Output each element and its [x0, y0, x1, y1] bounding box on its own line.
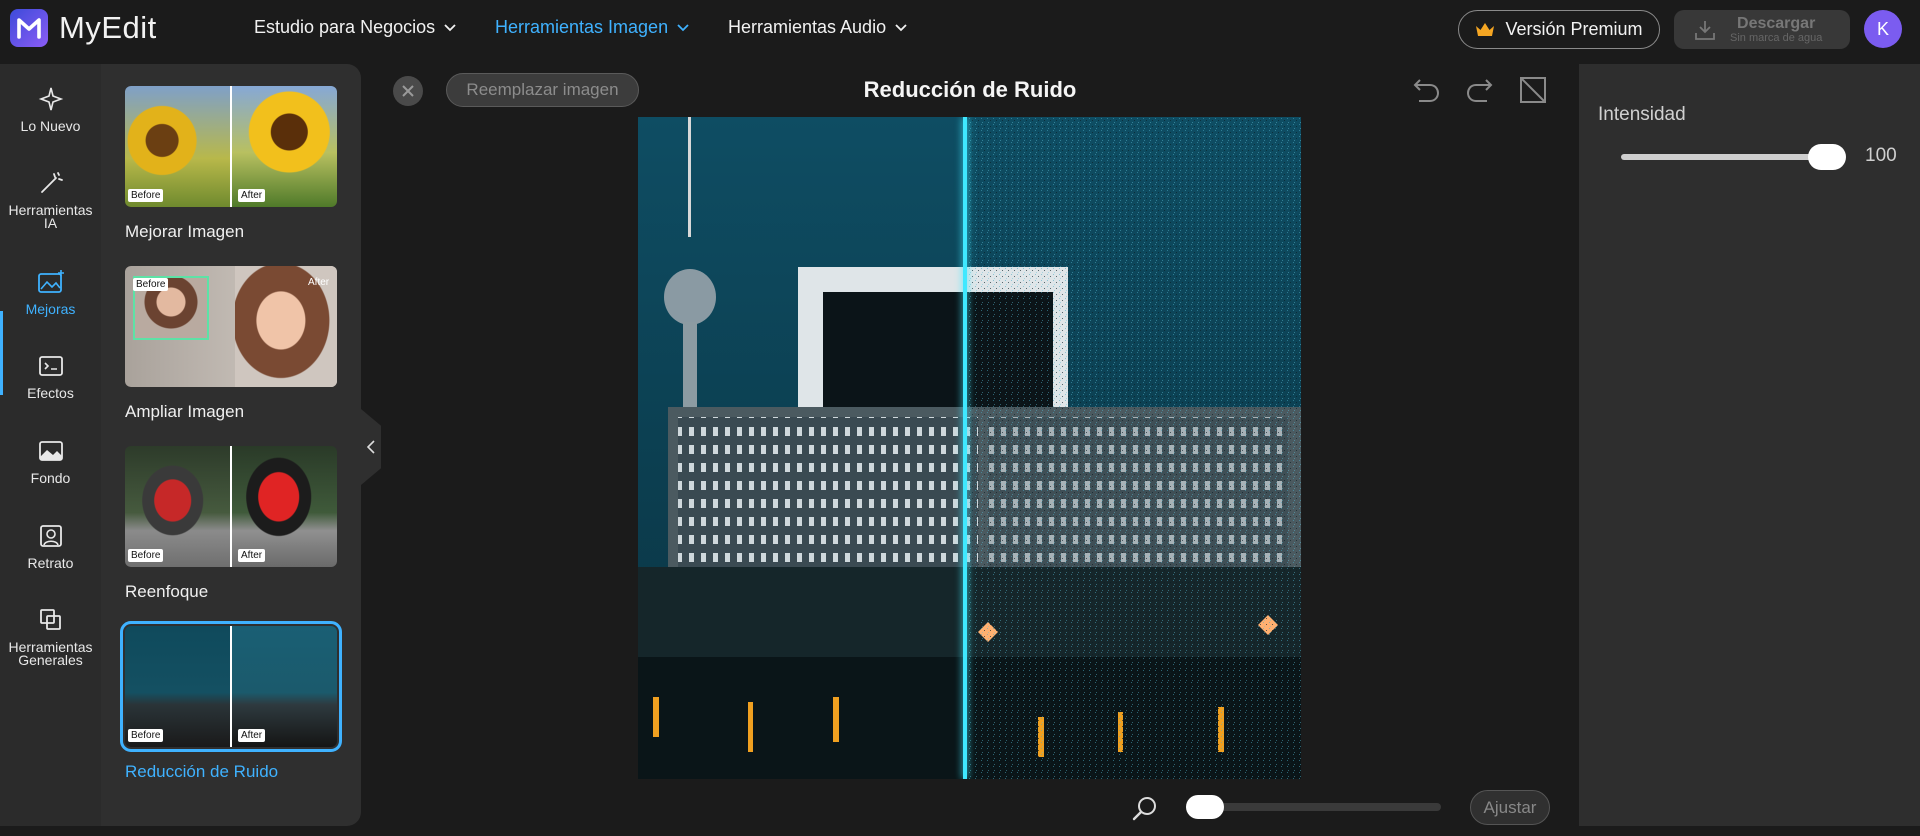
- zoom-icon[interactable]: [1131, 795, 1159, 823]
- category-rail: Lo Nuevo Herramientas IA Mejoras Efectos…: [0, 64, 101, 826]
- before-tag: Before: [133, 278, 169, 291]
- nav-label: Herramientas Imagen: [495, 17, 669, 37]
- rail-item-herramientas-generales[interactable]: Herramientas Generales: [0, 607, 101, 667]
- before-tag: Before: [128, 549, 164, 562]
- settings-panel: Intensidad 100: [1579, 64, 1920, 826]
- portrait-icon: [39, 525, 62, 547]
- background-icon: [38, 441, 63, 461]
- tool-label: Reducción de Ruido: [125, 762, 279, 781]
- image-canvas[interactable]: [638, 117, 1301, 779]
- rail-item-retrato[interactable]: Retrato: [0, 523, 101, 570]
- replace-image-button[interactable]: Reemplazar imagen: [446, 73, 639, 107]
- chevron-down-icon: [895, 23, 907, 31]
- close-button[interactable]: [393, 76, 423, 106]
- avatar[interactable]: K: [1864, 10, 1902, 48]
- logo-mark-icon: [10, 9, 48, 47]
- collapse-panel-button[interactable]: [361, 409, 381, 485]
- tool-reduccion-de-ruido[interactable]: Before After Reducción de Ruido: [120, 621, 342, 782]
- rail-item-lo-nuevo[interactable]: Lo Nuevo: [0, 86, 101, 133]
- download-button[interactable]: Descargar Sin marca de agua: [1674, 10, 1850, 49]
- nav-herramientas-audio[interactable]: Herramientas Audio: [728, 17, 907, 38]
- tool-thumbnail: Before After: [125, 446, 337, 567]
- sparkle-icon: [38, 87, 63, 111]
- fit-button[interactable]: Ajustar: [1470, 790, 1550, 825]
- premium-label: Versión Premium: [1505, 19, 1643, 39]
- tool-ampliar-imagen[interactable]: Before After Ampliar Imagen: [125, 266, 337, 422]
- rail-item-herramientas-ia[interactable]: Herramientas IA: [0, 170, 101, 230]
- page-title: Reducción de Ruido: [863, 77, 1077, 102]
- compare-slider-line[interactable]: [963, 117, 967, 779]
- tool-label: Mejorar Imagen: [125, 222, 245, 241]
- crown-icon: [1476, 22, 1495, 36]
- intensity-slider-handle[interactable]: [1808, 144, 1846, 170]
- rail-item-fondo[interactable]: Fondo: [0, 438, 101, 485]
- tool-thumbnail: Before After: [125, 86, 337, 207]
- tool-thumbnail: Before After: [125, 266, 337, 387]
- rail-label: Herramientas Generales: [8, 639, 93, 668]
- rail-label: Mejoras: [25, 301, 76, 317]
- before-tag: Before: [128, 189, 164, 202]
- after-tag: After: [238, 189, 266, 202]
- nav-label: Herramientas Audio: [728, 17, 887, 37]
- close-icon: [402, 85, 414, 97]
- after-tag: After: [308, 277, 330, 288]
- tool-mejorar-imagen[interactable]: Before After Mejorar Imagen: [125, 86, 337, 242]
- top-bar: MyEdit Estudio para Negocios Herramienta…: [0, 0, 1920, 57]
- image-enhance-icon: [37, 270, 64, 293]
- tool-label: Reenfoque: [125, 582, 209, 601]
- chevron-down-icon: [677, 23, 689, 31]
- undo-icon[interactable]: [1411, 76, 1441, 104]
- download-sublabel: Sin marca de agua: [1730, 31, 1823, 44]
- intensity-label: Intensidad: [1598, 104, 1686, 125]
- tool-label: Ampliar Imagen: [125, 402, 245, 421]
- tool-reenfoque[interactable]: Before After Reenfoque: [125, 446, 337, 602]
- rail-label: Herramientas IA: [8, 202, 93, 231]
- rail-label: Lo Nuevo: [20, 118, 81, 134]
- tool-panel: Before After Mejorar Imagen Before After…: [101, 64, 361, 826]
- city-photo: [638, 117, 1301, 779]
- zoom-slider-handle[interactable]: [1186, 795, 1224, 819]
- rail-item-efectos[interactable]: Efectos: [0, 353, 101, 400]
- after-tag: After: [238, 549, 266, 562]
- rail-item-mejoras[interactable]: Mejoras: [0, 269, 101, 316]
- intensity-value: 100: [1865, 145, 1897, 166]
- chevron-down-icon: [444, 23, 456, 31]
- compare-icon[interactable]: [1519, 76, 1547, 104]
- tool-thumbnail: Before After: [120, 621, 342, 752]
- app-name: MyEdit: [59, 10, 157, 45]
- magic-wand-icon: [40, 172, 63, 193]
- intensity-slider-track[interactable]: [1621, 154, 1821, 160]
- nav-label: Estudio para Negocios: [254, 17, 436, 37]
- zoom-slider-track[interactable]: [1186, 803, 1441, 811]
- after-tag: After: [238, 729, 266, 742]
- rail-label: Fondo: [30, 470, 71, 486]
- before-tag: Before: [128, 729, 164, 742]
- download-label: Descargar: [1737, 14, 1816, 32]
- chevron-left-icon: [367, 440, 375, 454]
- download-icon: [1695, 20, 1715, 40]
- redo-icon[interactable]: [1465, 76, 1495, 104]
- general-tools-icon: [39, 609, 61, 630]
- premium-button[interactable]: Versión Premium: [1458, 10, 1660, 49]
- rail-label: Efectos: [27, 385, 74, 401]
- nav-estudio-negocios[interactable]: Estudio para Negocios: [254, 17, 456, 38]
- app-logo[interactable]: MyEdit: [10, 9, 157, 47]
- nav-herramientas-imagen[interactable]: Herramientas Imagen: [495, 17, 689, 38]
- effects-icon: [38, 356, 63, 376]
- rail-label: Retrato: [27, 555, 74, 571]
